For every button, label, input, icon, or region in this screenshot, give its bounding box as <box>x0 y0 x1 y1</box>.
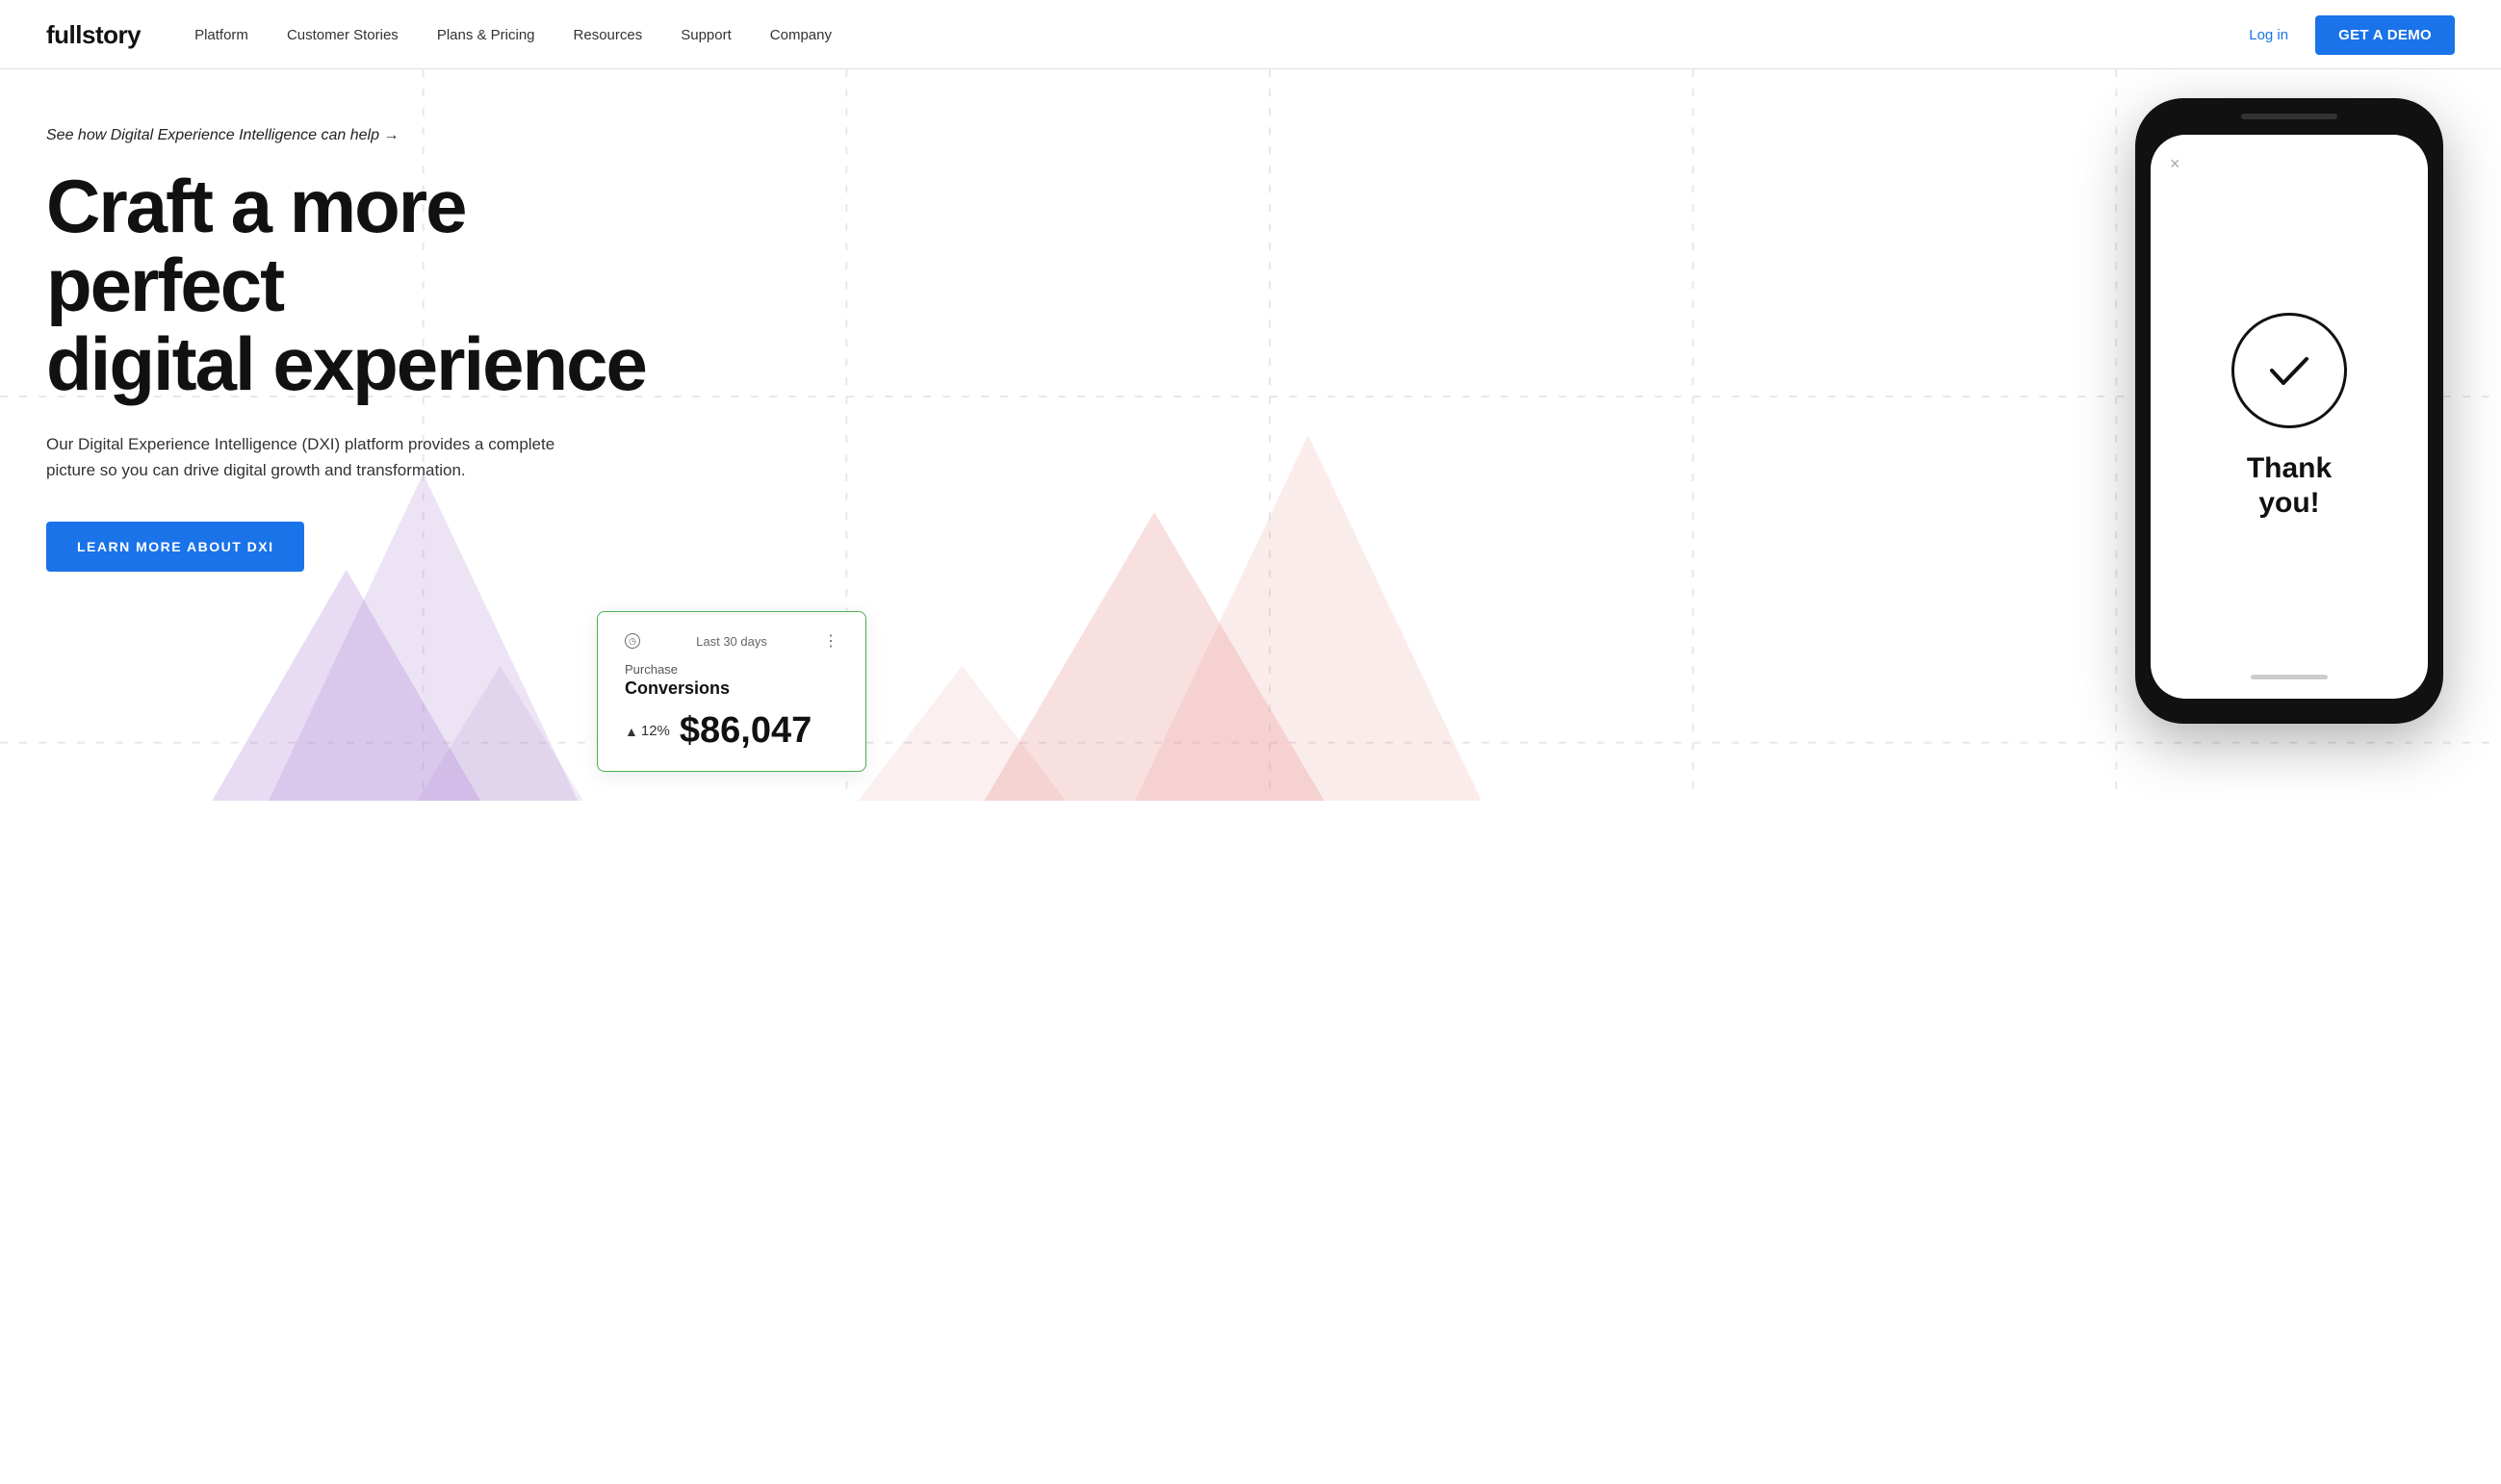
hero-title: Craft a more perfect digital experience <box>46 167 720 404</box>
check-circle-icon <box>2231 313 2347 428</box>
phone-notch <box>2241 114 2337 119</box>
nav-item-resources[interactable]: Resources <box>558 19 658 51</box>
nav-item-company[interactable]: Company <box>755 19 847 51</box>
more-options-icon[interactable]: ⋮ <box>823 631 838 651</box>
close-icon: × <box>2170 154 2180 174</box>
hero-section: See how Digital Experience Intelligence … <box>0 69 2501 801</box>
hero-subtitle: Our Digital Experience Intelligence (DXI… <box>46 431 585 483</box>
stats-card-header: ◷ Last 30 days ⋮ <box>625 631 838 651</box>
stats-label: Purchase <box>625 662 838 677</box>
demo-button[interactable]: GET A DEMO <box>2315 15 2455 55</box>
stats-percent-value: 12% <box>641 723 670 739</box>
arrow-up-icon: ▲ <box>625 724 638 739</box>
phone-mockup: × Thank you! <box>2135 98 2443 724</box>
nav-item-plans-pricing[interactable]: Plans & Pricing <box>422 19 551 51</box>
hero-cta-button[interactable]: LEARN MORE ABOUT DXI <box>46 522 304 572</box>
phone-outer: × Thank you! <box>2135 98 2443 724</box>
stats-value-row: ▲ 12% $86,047 <box>625 710 838 752</box>
clock-icon: ◷ <box>625 633 640 649</box>
hero-title-line2: digital experience <box>46 321 646 406</box>
stats-title: Conversions <box>625 678 838 699</box>
nav-links: Platform Customer Stories Plans & Pricin… <box>179 19 2233 51</box>
hero-content: See how Digital Experience Intelligence … <box>46 127 720 572</box>
stats-percent: ▲ 12% <box>625 723 670 739</box>
logo[interactable]: fullstory <box>46 20 141 50</box>
phone-home-indicator <box>2251 675 2328 679</box>
hero-tagline[interactable]: See how Digital Experience Intelligence … <box>46 127 720 144</box>
navbar: fullstory Platform Customer Stories Plan… <box>0 0 2501 69</box>
nav-item-support[interactable]: Support <box>665 19 747 51</box>
stats-card: ◷ Last 30 days ⋮ Purchase Conversions ▲ … <box>597 611 866 772</box>
phone-screen: × Thank you! <box>2151 135 2428 699</box>
nav-item-customer-stories[interactable]: Customer Stories <box>271 19 414 51</box>
phone-thank-you-text: Thank you! <box>2247 451 2332 521</box>
login-button[interactable]: Log in <box>2233 19 2304 51</box>
stats-header-left: ◷ <box>625 633 640 649</box>
nav-item-platform[interactable]: Platform <box>179 19 264 51</box>
stats-number-value: $86,047 <box>680 710 812 752</box>
hero-title-line1: Craft a more perfect <box>46 164 465 327</box>
stats-period: Last 30 days <box>696 634 767 649</box>
nav-actions: Log in GET A DEMO <box>2233 15 2455 55</box>
